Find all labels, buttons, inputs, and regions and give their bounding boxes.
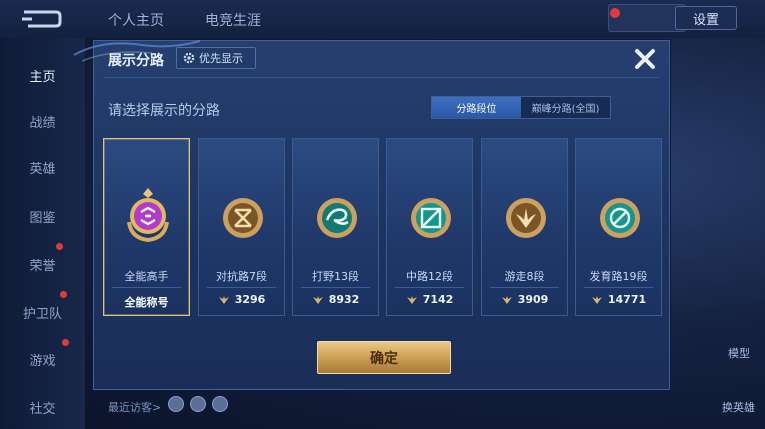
card-divider [301,287,370,288]
lane-card-all-round[interactable]: 全能高手 全能称号 [103,138,190,316]
lane-score-value: 8932 [328,293,360,306]
confirm-button[interactable]: 确定 [317,341,451,374]
sidebar-item-heroes[interactable]: 英雄 [0,158,85,177]
avatar[interactable] [190,396,206,412]
lane-mode-toggle: 分路段位 巅峰分路(全国) [431,96,611,119]
sidebar-item-games[interactable]: 游戏 [0,350,85,369]
card-name: 打野13段 [312,270,359,283]
card-divider [395,287,464,288]
lane-score: 7142 [387,293,472,306]
lane-score: 8932 [293,293,378,306]
priority-display-button[interactable]: 优先显示 [176,47,256,69]
settings-button[interactable]: 设置 [675,6,737,30]
card-name: 对抗路7段 [216,270,267,283]
dialog-title: 展示分路 [108,53,164,69]
wing-icon [218,295,229,304]
sidebar-item-social[interactable]: 社交 [0,398,85,417]
notification-dot [56,243,63,250]
all-round-title-label: 全能称号 [124,296,169,309]
lane-score-value: 14771 [607,293,647,306]
confirm-label: 确定 [370,350,398,367]
recent-visitors-link[interactable]: 最近访客> [108,399,161,415]
wing-icon [312,295,323,304]
roam-badge-icon [506,198,546,238]
tab-esports[interactable]: 电竞生涯 [205,10,261,30]
sidebar-item-guard[interactable]: 护卫队 [0,303,85,322]
card-name: 中路12段 [406,270,453,283]
lane-display-dialog: 展示分路 优先显示 请选择展示的分路 分路段位 巅峰分路(全国) 全能高手 全能… [73,40,670,390]
lane-score-value: 7142 [422,293,454,306]
lane-card-roam[interactable]: 游走8段 3909 [481,138,568,316]
back-icon[interactable] [18,8,62,30]
close-button[interactable] [631,45,659,73]
card-name: 游走8段 [504,270,545,283]
lane-score-value: 3296 [234,293,266,306]
wing-icon [591,295,602,304]
change-hero-button[interactable]: 换英雄 [722,399,755,415]
card-divider [112,287,181,288]
card-name: 全能高手 [124,270,169,283]
sidebar-item-records[interactable]: 战绩 [0,112,85,131]
avatar[interactable] [168,396,184,412]
lane-card-mid[interactable]: 中路12段 7142 [386,138,473,316]
all-round-badge-icon [127,188,169,242]
card-divider [207,287,276,288]
wing-icon [406,295,417,304]
model-button[interactable]: 模型 [728,345,750,361]
wing-icon [501,295,512,304]
lane-score-value: 3909 [517,293,549,306]
sidebar: 主页 战绩 英雄 图鉴 荣誉 护卫队 游戏 社交 [0,38,85,429]
lane-card-jungle[interactable]: 打野13段 8932 [292,138,379,316]
farm-lane-badge-icon [600,198,640,238]
lane-card-clash[interactable]: 对抗路7段 3296 [198,138,285,316]
sidebar-item-honor[interactable]: 荣誉 [0,255,85,274]
tab-profile[interactable]: 个人主页 [108,10,164,30]
avatar[interactable] [212,396,228,412]
settings-label: 设置 [692,12,719,28]
lane-card-list: 全能高手 全能称号 对抗路7段 3296 打野13段 8932 中路12段 71… [103,138,663,316]
top-bar: 个人主页 电竞生涯 设置 [0,0,765,38]
close-icon [635,49,655,69]
selection-prompt: 请选择展示的分路 [108,103,220,119]
priority-display-label: 优先显示 [199,52,243,65]
gear-icon [183,52,195,64]
sidebar-item-codex[interactable]: 图鉴 [0,207,85,226]
header-divider [104,77,659,78]
tab-lane-rank[interactable]: 分路段位 [432,97,521,118]
lane-score: 14771 [576,293,661,306]
lane-score: 3909 [482,293,567,306]
notification-dot [62,339,69,346]
lane-score: 3296 [199,293,284,306]
notification-dot [610,8,620,18]
card-name: 发育路19段 [589,270,648,283]
jungle-badge-icon [317,198,357,238]
notification-dot [60,291,67,298]
mid-lane-badge-icon [411,198,451,238]
card-divider [490,287,559,288]
tab-peak-lane-national[interactable]: 巅峰分路(全国) [521,97,610,118]
lane-card-farm[interactable]: 发育路19段 14771 [575,138,662,316]
card-divider [584,287,653,288]
clash-lane-badge-icon [223,198,263,238]
